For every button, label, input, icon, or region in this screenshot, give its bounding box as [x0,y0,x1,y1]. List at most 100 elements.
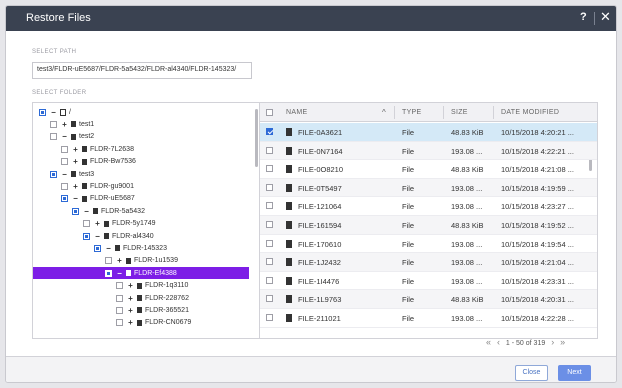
tree-item-checkbox[interactable] [72,207,79,215]
file-row-checkbox[interactable] [266,146,273,154]
tree-item-checkbox[interactable] [50,133,57,141]
expand-icon[interactable]: + [127,294,134,303]
tree-item[interactable]: + test1 [33,118,94,130]
tree-item-label: test1 [79,120,95,128]
collapse-icon[interactable]: − [94,232,101,241]
file-row[interactable]: FILE-1I4476 File 193.08 ... 10/15/2018 4:23… [260,272,597,291]
collapse-icon[interactable]: − [83,207,90,216]
expand-icon[interactable]: + [127,306,134,315]
tree-item[interactable]: + FLDR-1q3110 [33,280,188,292]
tree-item-checkbox[interactable] [83,232,90,240]
collapse-icon[interactable]: − [61,170,68,179]
folder-tree[interactable]: − / + test1 − test2 + FLDR-7L2638 + FLDR-Bw7536− t… [32,102,260,339]
tree-item[interactable]: + FLDR-Bw7536 [33,156,136,168]
tree-item[interactable]: + FLDR-gu9001 [33,180,134,192]
tree-item-checkbox[interactable] [61,195,68,203]
expand-icon[interactable]: + [72,145,79,154]
sort-asc-icon[interactable]: ^ [382,108,386,117]
close-icon[interactable]: ✕ [600,9,611,25]
tree-scrollbar[interactable] [255,109,258,167]
file-row[interactable]: FILE-1L9763 File 48.83 KiB 10/15/2018 4:20:… [260,290,597,309]
help-icon[interactable]: ? [580,11,587,23]
file-row-checkbox[interactable] [266,165,273,173]
tree-item[interactable]: − FLDR-5a5432 [33,205,145,217]
next-button[interactable]: Next [558,365,591,381]
tree-item-checkbox[interactable] [50,120,57,128]
file-name: FILE-0N7164 [298,146,343,156]
tree-item[interactable]: + FLDR-1u1539 [33,255,178,267]
tree-item-checkbox[interactable] [61,145,68,153]
file-row-checkbox[interactable] [266,239,273,247]
file-row[interactable]: FILE-0A3621 File 48.83 KiB 10/15/2018 4:20:… [260,123,597,142]
tree-item[interactable]: + FLDR-365521 [33,304,189,316]
expand-icon[interactable]: + [94,219,101,228]
tree-item[interactable]: − test3 [33,168,94,180]
file-row-checkbox[interactable] [266,221,273,228]
tree-item-checkbox[interactable] [116,294,123,302]
collapse-icon[interactable]: − [116,269,123,278]
tree-item[interactable]: + FLDR-228762 [33,292,189,304]
first-page-icon[interactable]: « [486,337,491,347]
expand-icon[interactable]: + [116,256,123,265]
tree-item[interactable]: − FLDR-145323 [33,242,167,254]
file-row-checkbox[interactable] [266,258,273,266]
expand-icon[interactable]: + [72,157,79,166]
file-icon [286,258,292,267]
file-size: 193.08 ... [451,202,483,212]
file-row-checkbox[interactable] [266,202,273,210]
tree-item-checkbox[interactable] [105,269,112,277]
expand-icon[interactable]: + [127,281,134,290]
file-row[interactable]: FILE-211021 File 193.08 ... 10/15/2018 4:22… [260,309,597,328]
tree-item[interactable]: − / [33,106,71,118]
tree-item[interactable]: − test2 [33,131,94,143]
close-button[interactable]: Close [515,365,548,381]
select-path-input[interactable]: test3/FLDR-uE5687/FLDR-5a5432/FLDR-al434… [32,62,252,79]
collapse-icon[interactable]: − [50,108,57,117]
column-name[interactable]: NAME [286,109,307,116]
file-row[interactable]: FILE-0O8210 File 48.83 KiB 10/15/2018 4:21:… [260,160,597,179]
tree-item-checkbox[interactable] [39,108,46,116]
column-size[interactable]: SIZE [451,109,468,116]
file-icon [286,314,292,322]
file-size: 48.83 KiB [451,221,484,230]
file-row-checkbox[interactable] [266,295,273,303]
last-page-icon[interactable]: » [560,337,565,347]
select-all-checkbox[interactable] [266,109,273,116]
tree-item[interactable]: + FLDR-CN0679 [33,317,191,329]
tree-item-checkbox[interactable] [116,319,123,327]
tree-item-checkbox[interactable] [50,170,57,178]
prev-page-icon[interactable]: ‹ [497,337,500,347]
file-row[interactable]: FILE-121064 File 193.08 ... 10/15/2018 4:23… [260,197,597,216]
file-row[interactable]: FILE-0T5497 File 193.08 ... 10/15/2018 4:19… [260,178,597,198]
tree-item-checkbox[interactable] [105,257,112,265]
tree-item[interactable]: + FLDR-7L2638 [33,143,134,155]
tree-item-checkbox[interactable] [116,282,123,290]
tree-item-checkbox[interactable] [61,182,68,190]
tree-item[interactable]: − FLDR-uE5687 [33,193,135,205]
tree-item-checkbox[interactable] [61,158,68,166]
tree-item[interactable]: − FLDR-al4340 [33,230,154,242]
collapse-icon[interactable]: − [61,132,68,141]
file-date: 10/15/2018 4:22:21 ... [501,146,574,156]
file-row[interactable]: FILE-170610 File 193.08 ... 10/15/2018 4:19… [260,235,597,254]
tree-item[interactable]: − FLDR-Ef4388 [33,267,249,280]
column-date-modified[interactable]: DATE MODIFIED [501,109,559,116]
file-row-checkbox[interactable] [266,183,273,191]
file-row[interactable]: FILE-1J2432 File 193.08 ... 10/15/2018 4:21… [260,253,597,272]
expand-icon[interactable]: + [72,182,79,191]
file-row[interactable]: FILE-0N7164 File 193.08 ... 10/15/2018 4:22… [260,141,597,161]
file-row-checkbox[interactable] [266,128,273,135]
collapse-icon[interactable]: − [72,194,79,203]
tree-item-checkbox[interactable] [83,220,90,228]
tree-item-checkbox[interactable] [94,244,101,252]
tree-item-checkbox[interactable] [116,306,123,314]
file-row[interactable]: FILE-161594 File 48.83 KiB 10/15/2018 4:19:… [260,216,597,235]
next-page-icon[interactable]: › [551,337,554,347]
expand-icon[interactable]: + [127,318,134,327]
expand-icon[interactable]: + [61,120,68,129]
tree-item[interactable]: + FLDR-5y1749 [33,218,156,230]
column-type[interactable]: TYPE [402,109,421,116]
file-row-checkbox[interactable] [266,314,273,321]
file-row-checkbox[interactable] [266,276,273,284]
collapse-icon[interactable]: − [105,244,112,253]
